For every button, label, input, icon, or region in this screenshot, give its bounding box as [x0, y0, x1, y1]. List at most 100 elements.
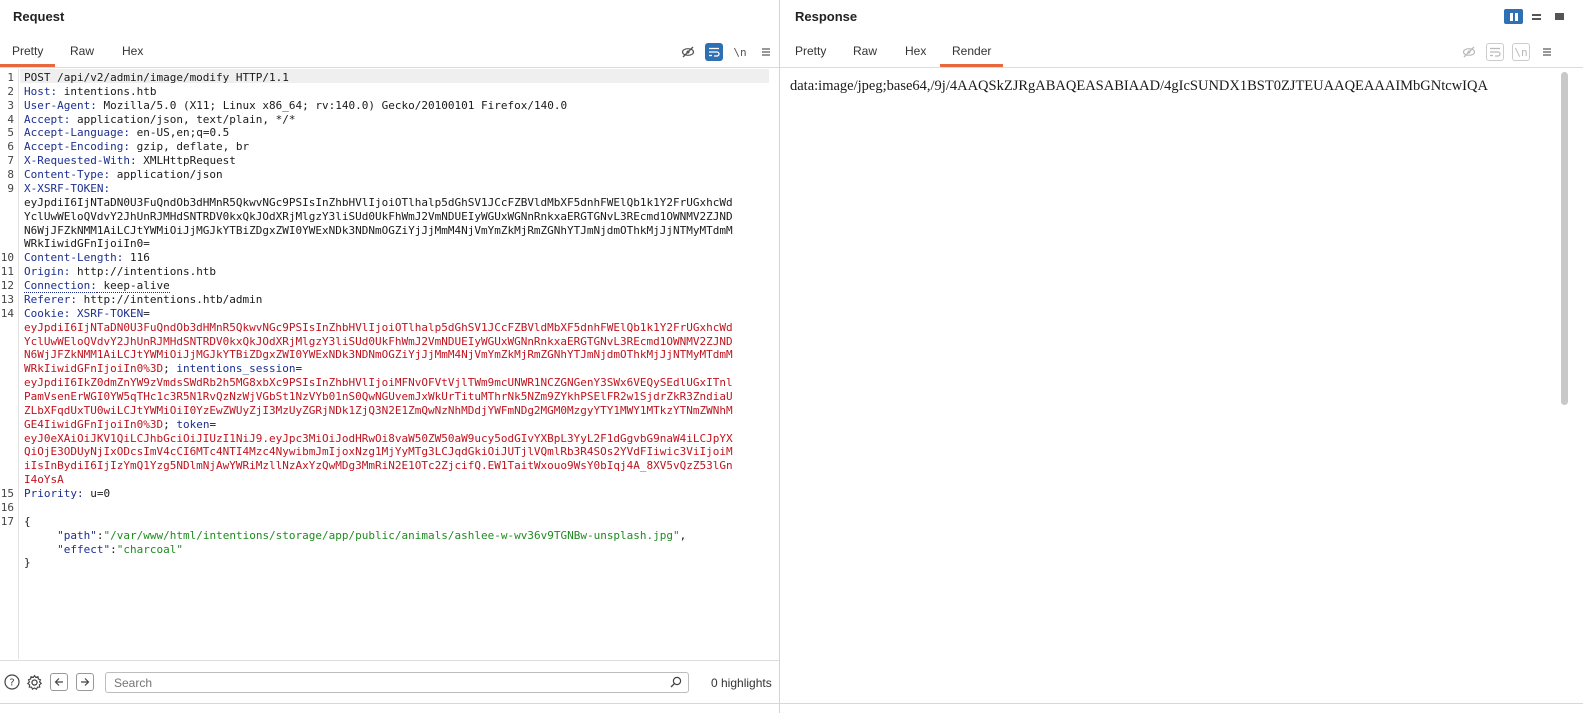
highlights-count: 0 highlights: [711, 676, 772, 690]
request-line: Origin: http://intentions.htb: [24, 265, 216, 279]
cookie-value: eyJpdiI6IjNTaDN0U3FuQndOb3dHMnR5QkwvNGc9…: [24, 320, 733, 334]
settings-gear-icon[interactable]: [25, 673, 43, 691]
header-value: gzip, deflate, br: [129, 140, 250, 154]
header-value: Mozilla/5.0 (X11; Linux x86_64; rv:140.0…: [96, 98, 568, 112]
search-icon: [670, 675, 682, 693]
header-name: Connection:: [24, 279, 97, 294]
request-tab-hex[interactable]: Hex: [110, 36, 155, 67]
cookie-value: iIsInBydiI6IjIzYmQ1Yzg5NDlmNjAwYWRiMzllN…: [24, 459, 733, 473]
header-name: User-Agent:: [24, 98, 97, 112]
line-number: 8: [7, 168, 14, 182]
cookie-value: QiOjE3ODUyNjIxODcsImV4cCI6MTc4NTI4Mzc4Ny…: [24, 445, 733, 459]
header-value: YclUwWEloQVdvY2JhUnRJMHdSNTRDV0kxQkJOdXR…: [24, 209, 733, 223]
search-input[interactable]: [105, 672, 689, 693]
json-line: "effect":"charcoal": [57, 542, 183, 556]
request-pane: Request Pretty Raw Hex \n 1 2 3 4 5 6 7 …: [0, 0, 779, 713]
line-number: 12: [0, 279, 14, 293]
json-value: "/var/www/html/intentions/storage/app/pu…: [103, 528, 680, 542]
cookie-value: N6WjJFZkNMM1AiLCJtYWMiOiJjMGJkYTBiZDgxZW…: [24, 348, 733, 362]
response-tab-render[interactable]: Render: [940, 36, 1004, 67]
request-editor[interactable]: 1 2 3 4 5 6 7 8 9 10 11 12 13 14 15 16 1…: [0, 69, 779, 659]
header-value: eyJpdiI6IjNTaDN0U3FuQndOb3dHMnR5QkwvNGc9…: [24, 195, 733, 209]
line-number: 14: [0, 306, 14, 320]
json-brace: {: [24, 514, 31, 528]
previous-arrow-icon[interactable]: [50, 673, 68, 691]
request-tabs: Pretty Raw Hex: [0, 36, 779, 68]
request-tab-raw[interactable]: Raw: [58, 36, 106, 67]
request-line: User-Agent: Mozilla/5.0 (X11; Linux x86_…: [24, 99, 567, 113]
line-number: 17: [0, 514, 14, 528]
request-line: Accept-Language: en-US,en;q=0.5: [24, 126, 229, 140]
cookie-value: ZLbXFqdUxTU0wiLCJtYWMiOiI0YzEwZWUyZjI3Mz…: [24, 403, 733, 417]
cookie-value: PamVsenErWGI0YW5qTHc1c3R5N1RvQzNzWjVGbSt…: [24, 390, 733, 403]
request-line: Content-Type: application/json: [24, 168, 223, 182]
request-line: Host: intentions.htb: [24, 85, 156, 99]
line-number: 4: [7, 112, 14, 126]
header-name: Content-Length:: [24, 251, 124, 265]
request-line: Accept: application/json, text/plain, */…: [24, 113, 296, 127]
line-number: 2: [7, 84, 14, 98]
cookie-value: GE4IiwidGFnIjoiIn0%3D: [24, 417, 164, 431]
line-number: 15: [0, 487, 14, 501]
header-name: Cookie:: [24, 306, 71, 320]
line-number: 3: [7, 98, 14, 112]
json-brace: }: [24, 556, 31, 570]
header-name: Priority:: [24, 487, 84, 501]
request-line: POST /api/v2/admin/image/modify HTTP/1.1: [24, 71, 289, 84]
line-number: 10: [0, 251, 14, 265]
request-line: Referer: http://intentions.htb/admin: [24, 293, 262, 307]
header-value: u=0: [83, 487, 111, 501]
wrap-lines-icon[interactable]: [1486, 43, 1504, 61]
response-pane: Response Pretty Raw Hex Render \n data:i…: [780, 0, 1583, 713]
response-tab-hex[interactable]: Hex: [893, 36, 938, 67]
newline-icon[interactable]: \n: [731, 43, 749, 61]
request-title: Request: [13, 9, 65, 24]
menu-icon[interactable]: [1538, 43, 1556, 61]
header-value: WRkIiwidGFnIjoiIn0=: [24, 237, 150, 251]
header-value: application/json: [110, 168, 223, 182]
newline-icon[interactable]: \n: [1512, 43, 1530, 61]
line-number: 7: [7, 154, 14, 168]
header-name: Referer:: [24, 292, 77, 306]
cookie-value: WRkIiwidGFnIjoiIn0%3D: [24, 362, 164, 376]
menu-icon[interactable]: [757, 43, 775, 61]
header-value: http://intentions.htb: [70, 265, 217, 279]
response-scrollbar[interactable]: [1561, 72, 1568, 405]
layout-switcher: [1504, 9, 1569, 24]
eye-slash-icon[interactable]: [1460, 43, 1478, 61]
request-toolbar: \n: [679, 43, 775, 61]
request-line: WRkIiwidGFnIjoiIn0%3D; intentions_sessio…: [24, 362, 303, 376]
response-tab-raw[interactable]: Raw: [841, 36, 889, 67]
tabs-layout-icon[interactable]: [1550, 9, 1569, 24]
json-key: "path": [57, 528, 97, 542]
header-value: N6WjJFZkNMM1AiLCJtYWMiOiJjMGJkYTBiZDgxZW…: [24, 223, 733, 237]
cookie-value: eyJpdiI6IkZ0dmZnYW9zVmdsSWdRb2h5MG8xbXc9…: [24, 376, 733, 390]
response-render-area[interactable]: data:image/jpeg;base64,/9j/4AAQSkZJRgABA…: [780, 69, 1583, 703]
request-search-bar: ? 0 highlights: [0, 660, 779, 702]
header-value: http://intentions.htb/admin: [76, 292, 263, 306]
header-name: X-Requested-With:: [24, 154, 137, 168]
request-tab-pretty[interactable]: Pretty: [0, 36, 56, 67]
line-number: 16: [0, 500, 14, 514]
split-vertical-icon[interactable]: [1504, 9, 1523, 24]
cookie-name: XSRF-TOKEN: [76, 306, 144, 320]
line-number: 5: [7, 126, 14, 140]
request-line: Priority: u=0: [24, 487, 110, 501]
header-name: Accept-Encoding:: [24, 140, 130, 154]
next-arrow-icon[interactable]: [76, 673, 94, 691]
header-name: Origin:: [24, 265, 71, 279]
eye-slash-icon[interactable]: [679, 43, 697, 61]
line-number: 6: [7, 140, 14, 154]
header-name: Host:: [24, 84, 58, 98]
cookie-value: eyJ0eXAiOiJKV1QiLCJhbGciOiJIUzI1NiJ9.eyJ…: [24, 431, 733, 445]
request-line: X-Requested-With: XMLHttpRequest: [24, 154, 236, 168]
header-name: Content-Type:: [24, 168, 111, 182]
wrap-lines-icon[interactable]: [705, 43, 723, 61]
response-toolbar: \n: [1460, 43, 1556, 61]
json-line: "path":"/var/www/html/intentions/storage…: [57, 528, 687, 542]
svg-text:?: ?: [9, 678, 14, 689]
response-tab-pretty[interactable]: Pretty: [783, 36, 838, 67]
request-line: Cookie: XSRF-TOKEN=: [24, 306, 150, 320]
help-icon[interactable]: ?: [3, 673, 21, 691]
split-horizontal-icon[interactable]: [1527, 9, 1546, 24]
